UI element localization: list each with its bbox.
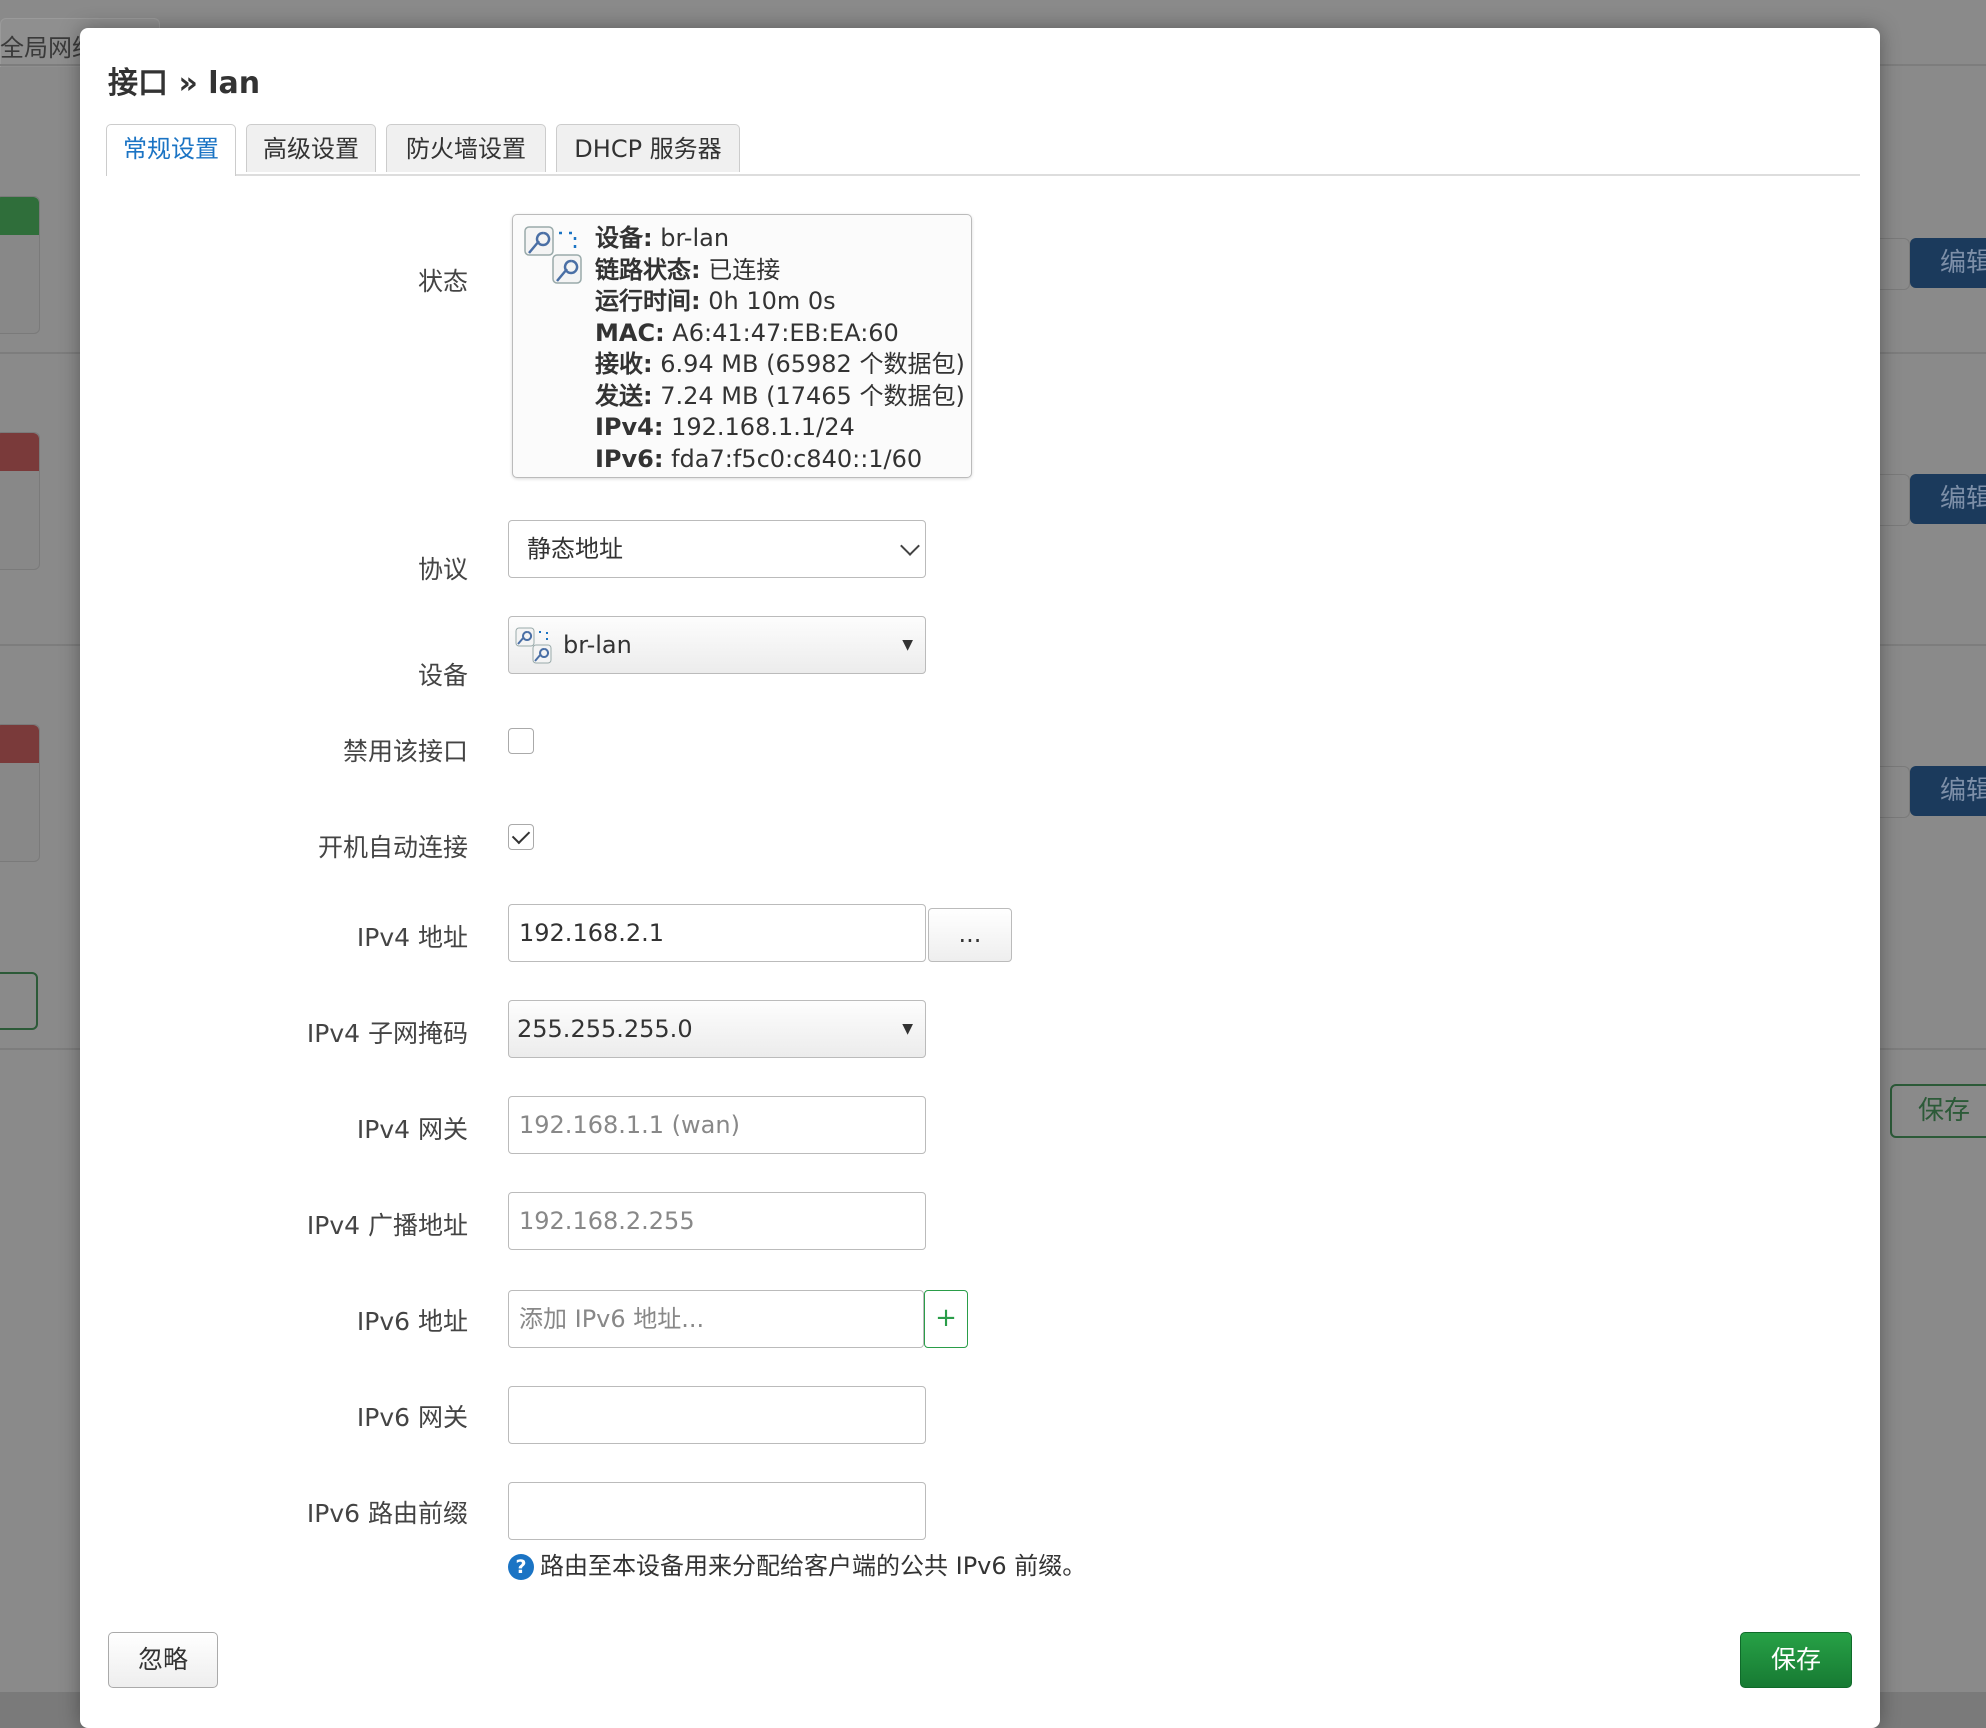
status-lines: 设备: br-lan 链路状态: 已连接 运行时间: 0h 10m 0s MAC… [595,223,965,475]
protocol-label: 协议 [417,555,468,584]
modal-title: 接口 » lan [108,66,261,101]
protocol-value: 静态地址 [527,535,623,563]
bg-edit-button: 编辑 [1910,474,1986,524]
ipv4-address-more-button[interactable]: ... [928,908,1012,962]
status-line-rx: 接收: 6.94 MB (65982 个数据包) [595,350,965,378]
tab-bar: 常规设置 高级设置 防火墙设置 DHCP 服务器 [106,124,1860,176]
interface-modal: 接口 » lan 常规设置 高级设置 防火墙设置 DHCP 服务器 状态 设备:… [80,28,1880,1728]
status-line-ipv4: IPv4: 192.168.1.1/24 [595,413,855,441]
bg-interface-card [0,196,40,334]
ipv6-address-input[interactable]: 添加 IPv6 地址... [508,1290,924,1348]
ipv6-gateway-input[interactable] [508,1386,926,1444]
device-select[interactable]: br-lan ▼ [508,616,926,674]
ipv4-address-input[interactable]: 192.168.2.1 [508,904,926,962]
status-line-tx: 发送: 7.24 MB (17465 个数据包) [595,381,965,410]
tab-dhcp[interactable]: DHCP 服务器 [556,124,740,172]
ipv6-gateway-label: IPv6 网关 [356,1403,468,1432]
status-line-device: 设备: br-lan [595,224,730,252]
ipv4-address-label: IPv4 地址 [356,923,468,952]
ipv4-gateway-input[interactable]: 192.168.1.1 (wan) [508,1096,926,1154]
tab-advanced[interactable]: 高级设置 [246,124,376,172]
status-panel: 设备: br-lan 链路状态: 已连接 运行时间: 0h 10m 0s MAC… [512,214,972,478]
help-icon: ? [508,1554,534,1580]
ipv6-prefix-help: ? 路由至本设备用来分配给客户端的公共 IPv6 前缀。 [508,1546,1086,1581]
network-bridge-icon [524,226,582,284]
bg-button [0,972,38,1030]
network-bridge-icon [515,627,552,664]
ipv4-broadcast-label: IPv4 广播地址 [306,1211,468,1240]
disable-interface-label: 禁用该接口 [342,737,468,766]
chevron-down-icon [900,536,920,556]
ipv6-prefix-input[interactable] [508,1482,926,1540]
device-value: br-lan [563,631,632,659]
bg-interface-card [0,724,40,862]
ipv4-netmask-label: IPv4 子网掩码 [306,1019,468,1048]
device-label: 设备 [417,661,468,690]
ipv6-address-placeholder: 添加 IPv6 地址... [519,1305,705,1333]
status-label: 状态 [417,267,468,296]
autostart-label: 开机自动连接 [317,833,468,862]
caret-down-icon: ▼ [902,1021,913,1037]
bg-save-button: 保存 [1890,1084,1986,1138]
ignore-button[interactable]: 忽略 [108,1632,218,1688]
status-line-uptime: 运行时间: 0h 10m 0s [595,287,836,315]
bg-edit-button: 编辑 [1910,238,1986,288]
ipv4-netmask-select[interactable]: 255.255.255.0 ▼ [508,1000,926,1058]
ipv4-broadcast-input[interactable]: 192.168.2.255 [508,1192,926,1250]
tab-general[interactable]: 常规设置 [106,124,236,176]
ipv4-broadcast-placeholder: 192.168.2.255 [519,1207,695,1235]
save-button[interactable]: 保存 [1740,1632,1852,1688]
autostart-checkbox[interactable] [508,824,534,850]
status-line-mac: MAC: A6:41:47:EB:EA:60 [595,318,899,347]
status-line-ipv6: IPv6: fda7:f5c0:c840::1/60 [595,444,923,473]
tab-firewall[interactable]: 防火墙设置 [386,124,546,172]
bg-edit-button: 编辑 [1910,766,1986,816]
protocol-select[interactable]: 静态地址 [508,520,926,578]
caret-down-icon: ▼ [902,637,913,653]
ipv4-netmask-value: 255.255.255.0 [517,1015,693,1043]
bg-interface-card [0,432,40,570]
ipv6-address-label: IPv6 地址 [356,1307,468,1336]
ipv6-prefix-help-text: 路由至本设备用来分配给客户端的公共 IPv6 前缀。 [540,1552,1087,1580]
disable-interface-checkbox[interactable] [508,728,534,754]
ipv6-prefix-label: IPv6 路由前缀 [306,1499,468,1528]
checkmark-icon [511,825,531,845]
status-line-link: 链路状态: 已连接 [595,255,781,284]
ipv4-gateway-placeholder: 192.168.1.1 (wan) [519,1111,740,1139]
ipv6-address-add-button[interactable]: + [924,1290,968,1348]
ipv4-address-value: 192.168.2.1 [519,919,665,947]
ipv4-gateway-label: IPv4 网关 [356,1115,468,1144]
